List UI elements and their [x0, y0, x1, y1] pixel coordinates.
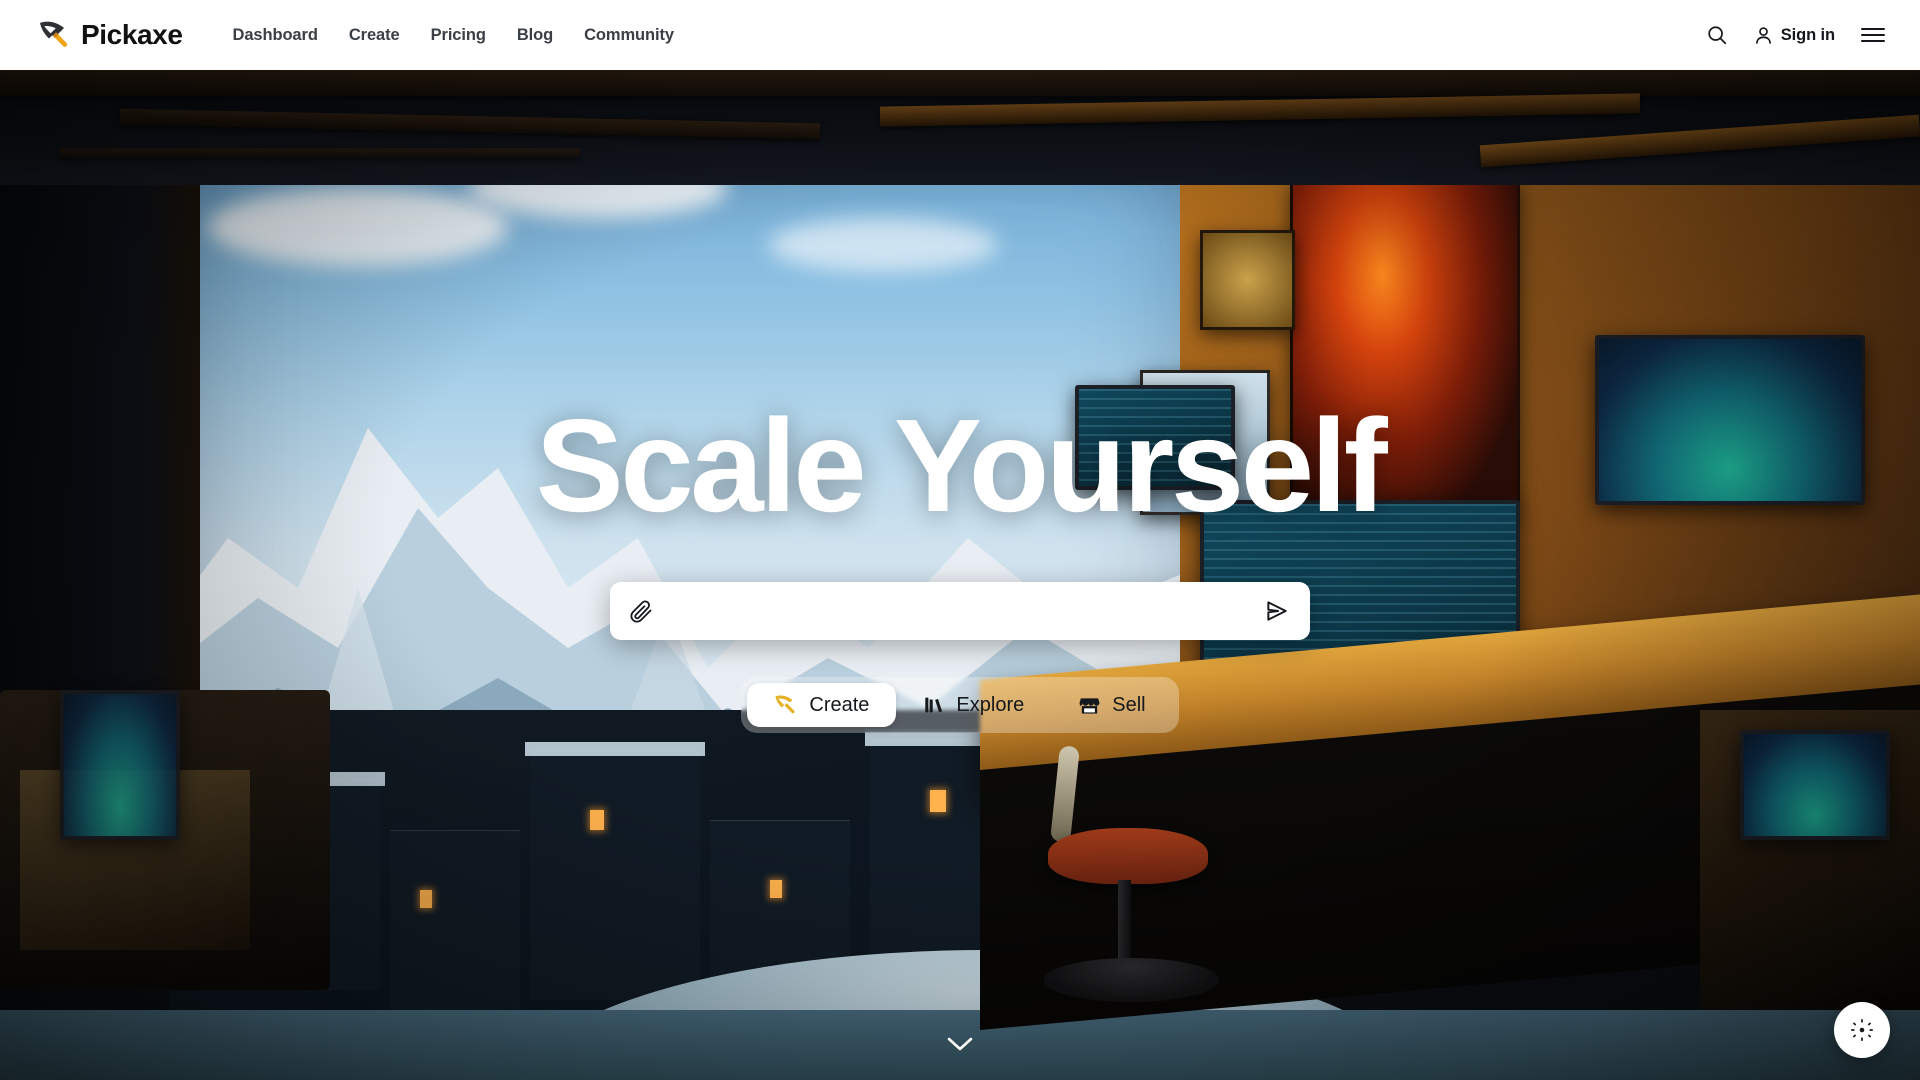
- attach-file-button[interactable]: [630, 599, 654, 623]
- pickaxe-icon: [774, 693, 798, 717]
- books-icon: [923, 694, 945, 716]
- brand-name: Pickaxe: [81, 19, 183, 50]
- nav-link-create[interactable]: Create: [349, 26, 400, 45]
- sign-in-label: Sign in: [1780, 25, 1835, 44]
- page-title: Scale Yourself: [535, 392, 1388, 539]
- nav-link-pricing[interactable]: Pricing: [431, 26, 486, 45]
- prompt-bar: [610, 582, 1310, 640]
- tab-explore[interactable]: Explore: [896, 683, 1051, 727]
- search-button[interactable]: [1706, 24, 1728, 46]
- hero-section: Scale Yourself Create Explore Sell: [0, 70, 1920, 1080]
- scroll-down-button[interactable]: [945, 1035, 975, 1058]
- paperclip-icon: [630, 600, 652, 623]
- tab-sell[interactable]: Sell: [1051, 683, 1172, 727]
- hero-content: Scale Yourself Create Explore Sell: [0, 70, 1920, 1080]
- pickaxe-logo-icon: [40, 21, 68, 47]
- menu-button[interactable]: [1860, 25, 1886, 45]
- tab-sell-label: Sell: [1112, 693, 1146, 716]
- assistant-fab-button[interactable]: [1834, 1002, 1890, 1058]
- nav-link-dashboard[interactable]: Dashboard: [233, 26, 318, 45]
- top-navbar: Pickaxe Dashboard Create Pricing Blog Co…: [0, 0, 1920, 70]
- brand-logo[interactable]: Pickaxe: [38, 19, 183, 51]
- tab-create[interactable]: Create: [747, 683, 897, 727]
- nav-actions: Sign in: [1706, 24, 1886, 46]
- primary-nav: Dashboard Create Pricing Blog Community: [233, 26, 675, 45]
- hero-mode-tabs: Create Explore Sell: [741, 677, 1179, 733]
- hamburger-menu-icon: [1861, 28, 1885, 42]
- nav-link-community[interactable]: Community: [584, 26, 674, 45]
- user-icon: [1755, 26, 1771, 44]
- search-icon: [1708, 26, 1726, 45]
- send-paper-plane-icon: [1267, 601, 1287, 621]
- nav-link-blog[interactable]: Blog: [517, 26, 553, 45]
- tab-create-label: Create: [809, 693, 870, 716]
- chevron-down-icon: [947, 1037, 973, 1051]
- tab-explore-label: Explore: [956, 693, 1025, 716]
- prompt-input[interactable]: [654, 582, 1264, 640]
- storefront-icon: [1078, 694, 1101, 717]
- sign-in-button[interactable]: Sign in: [1753, 25, 1835, 46]
- send-button[interactable]: [1264, 598, 1290, 624]
- sparkle-assistant-icon: [1850, 1018, 1874, 1042]
